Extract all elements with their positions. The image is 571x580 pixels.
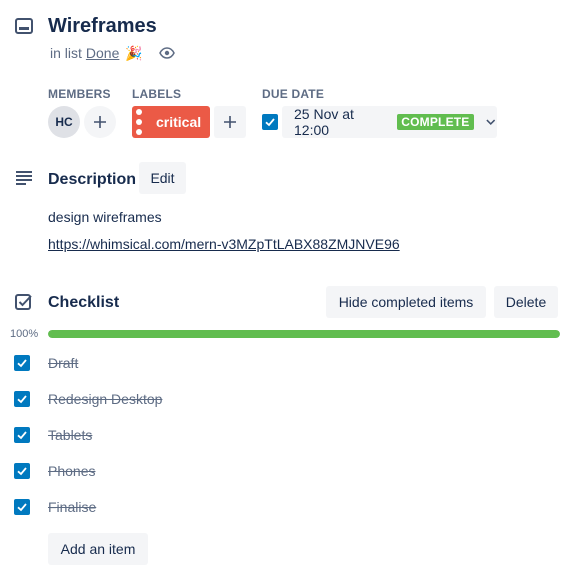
chevron-down-icon <box>485 119 495 126</box>
checklist-item[interactable]: Draft <box>14 351 554 375</box>
due-date-heading: DUE DATE <box>262 87 325 101</box>
watch-eye-icon[interactable] <box>158 45 175 61</box>
description-link[interactable]: https://whimsical.com/mern-v3MZpTtLABX88… <box>48 235 400 253</box>
list-link[interactable]: Done <box>86 44 119 62</box>
checklist-icon <box>14 292 34 312</box>
list-breadcrumb: in list Done 🎉 <box>50 44 175 62</box>
label-dots-icon <box>136 109 150 135</box>
party-popper-icon: 🎉 <box>125 45 143 61</box>
checkmark-icon <box>17 395 27 404</box>
checklist-item-text[interactable]: Tablets <box>48 427 92 443</box>
checkmark-icon <box>17 431 27 440</box>
delete-checklist-button[interactable]: Delete <box>494 286 558 318</box>
checklist-item-text[interactable]: Phones <box>48 463 95 479</box>
card-title[interactable]: Wireframes <box>48 13 157 39</box>
progress-fill <box>48 330 560 338</box>
checkmark-icon <box>265 118 275 127</box>
add-label-button[interactable] <box>214 106 246 138</box>
checklist-item[interactable]: Phones <box>14 459 554 483</box>
edit-description-button[interactable]: Edit <box>139 162 186 194</box>
checkmark-icon <box>17 503 27 512</box>
add-member-button[interactable] <box>84 106 116 138</box>
checklist-item[interactable]: Finalise <box>14 495 554 519</box>
checklist-title: Checklist <box>48 294 120 311</box>
description-icon <box>14 168 34 188</box>
checklist-item[interactable]: Tablets <box>14 423 554 447</box>
card-icon <box>14 16 34 36</box>
members-heading: MEMBERS <box>48 87 111 101</box>
label-text: critical <box>156 114 202 130</box>
checklist-item-text[interactable]: Draft <box>48 355 78 371</box>
checkbox[interactable] <box>14 391 30 407</box>
due-complete-checkbox[interactable] <box>262 114 278 130</box>
progress-bar <box>48 330 560 338</box>
checklist-item-text[interactable]: Finalise <box>48 499 96 515</box>
plus-icon <box>94 116 106 128</box>
in-list-prefix: in list <box>50 45 82 61</box>
checkmark-icon <box>17 359 27 368</box>
due-date-button[interactable]: 25 Nov at 12:00 COMPLETE <box>282 106 497 138</box>
avatar[interactable]: HC <box>48 106 80 138</box>
checkbox[interactable] <box>14 427 30 443</box>
status-badge: COMPLETE <box>397 114 474 130</box>
due-date-text: 25 Nov at 12:00 <box>294 106 354 138</box>
checkmark-icon <box>17 467 27 476</box>
label-critical[interactable]: critical <box>132 106 210 138</box>
description-text: design wireframes <box>48 209 162 225</box>
checkbox[interactable] <box>14 499 30 515</box>
checklist-item-text[interactable]: Redesign Desktop <box>48 391 162 407</box>
checkbox[interactable] <box>14 463 30 479</box>
hide-completed-button[interactable]: Hide completed items <box>326 286 486 318</box>
progress-percent: 100% <box>10 328 39 340</box>
checklist-item[interactable]: Redesign Desktop <box>14 387 554 411</box>
checkbox[interactable] <box>14 355 30 371</box>
description-title: Description <box>48 171 137 188</box>
plus-icon <box>224 116 236 128</box>
labels-heading: LABELS <box>132 87 182 101</box>
add-item-button[interactable]: Add an item <box>48 533 148 565</box>
